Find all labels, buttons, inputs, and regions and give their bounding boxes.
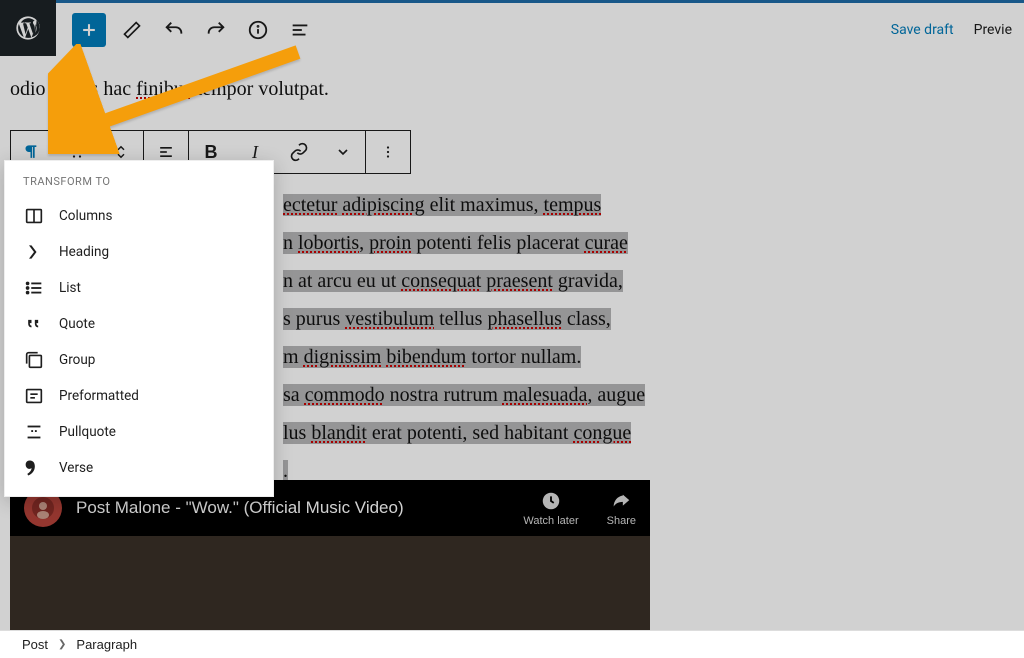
video-title: Post Malone - "Wow." (Official Music Vid… xyxy=(76,498,404,518)
item-label: Preformatted xyxy=(59,388,139,404)
item-label: Columns xyxy=(59,208,112,224)
quote-icon xyxy=(23,313,45,335)
wordpress-logo-button[interactable] xyxy=(0,0,56,56)
save-draft-button[interactable]: Save draft xyxy=(891,22,954,38)
dropdown-title: TRANSFORM TO xyxy=(5,175,273,198)
more-format-button[interactable] xyxy=(321,131,365,173)
item-label: Heading xyxy=(59,244,109,260)
pullquote-icon xyxy=(23,421,45,443)
more-options-button[interactable] xyxy=(366,131,410,173)
transform-preformatted[interactable]: Preformatted xyxy=(5,378,273,414)
list-icon xyxy=(23,277,45,299)
breadcrumb-current: Paragraph xyxy=(76,637,137,652)
breadcrumb-root[interactable]: Post xyxy=(22,637,48,652)
item-label: Group xyxy=(59,352,95,368)
link-button[interactable] xyxy=(277,131,321,173)
item-label: List xyxy=(59,280,81,296)
transform-pullquote[interactable]: Pullquote xyxy=(5,414,273,450)
youtube-embed[interactable]: Post Malone - "Wow." (Official Music Vid… xyxy=(10,480,650,640)
selected-paragraph[interactable]: ectetur adipiscing elit maximus, tempus … xyxy=(283,186,1014,490)
watch-later-button[interactable]: Watch later xyxy=(523,490,578,527)
transform-heading[interactable]: Heading xyxy=(5,234,273,270)
transform-list[interactable]: List xyxy=(5,270,273,306)
columns-icon xyxy=(23,205,45,227)
preview-button[interactable]: Previe xyxy=(974,22,1012,38)
editor-top-bar: Save draft Previe xyxy=(0,0,1024,56)
add-block-button[interactable] xyxy=(72,13,106,47)
redo-button[interactable] xyxy=(200,14,232,46)
item-label: Verse xyxy=(59,460,93,476)
edit-mode-icon[interactable] xyxy=(116,14,148,46)
block-breadcrumb: Post ❯ Paragraph xyxy=(0,630,1024,658)
item-label: Pullquote xyxy=(59,424,116,440)
transform-group[interactable]: Group xyxy=(5,342,273,378)
item-label: Quote xyxy=(59,316,95,332)
undo-button[interactable] xyxy=(158,14,190,46)
heading-icon xyxy=(23,241,45,263)
group-icon xyxy=(23,349,45,371)
transform-quote[interactable]: Quote xyxy=(5,306,273,342)
transform-verse[interactable]: Verse xyxy=(5,450,273,486)
transform-columns[interactable]: Columns xyxy=(5,198,273,234)
outline-button[interactable] xyxy=(284,14,316,46)
intro-text: odio luctus hac finibus tempor volutpat. xyxy=(10,70,1014,108)
share-button[interactable]: Share xyxy=(607,490,636,527)
chevron-right-icon: ❯ xyxy=(58,639,66,650)
transform-to-dropdown: TRANSFORM TO Columns Heading List Quote … xyxy=(4,160,274,497)
verse-icon xyxy=(23,457,45,479)
preformatted-icon xyxy=(23,385,45,407)
info-button[interactable] xyxy=(242,14,274,46)
